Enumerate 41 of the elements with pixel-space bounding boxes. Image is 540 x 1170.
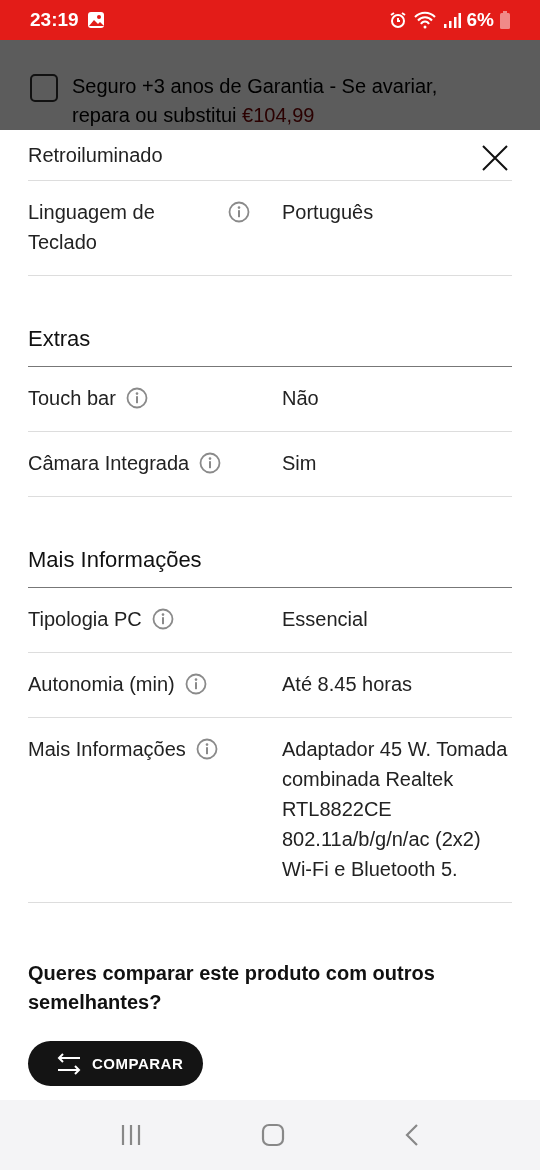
compare-question: Queres comparar este produto com outros semelhantes? bbox=[28, 961, 436, 1015]
spec-label: Linguagem de Teclado bbox=[28, 200, 156, 255]
spec-value: Até 8.45 horas bbox=[282, 672, 414, 697]
spec-value: Adaptador 45 W. Tomada combinada Realtek RTL8822CE 802.11a/b/g/n/ac (2x2) Wi-Fi e Bluetooth 5. bbox=[282, 737, 509, 882]
spec-value: Essencial bbox=[282, 607, 369, 632]
battery-percent: 6% bbox=[466, 9, 494, 31]
battery-icon bbox=[500, 11, 510, 29]
info-icon[interactable] bbox=[125, 387, 148, 409]
home-icon bbox=[261, 1123, 285, 1147]
alarm-icon bbox=[388, 11, 407, 29]
signal-icon bbox=[442, 11, 461, 29]
gallery-icon bbox=[86, 11, 105, 29]
info-icon[interactable] bbox=[195, 738, 218, 760]
info-icon[interactable] bbox=[228, 201, 250, 223]
back-icon bbox=[404, 1123, 421, 1147]
wifi-icon bbox=[412, 11, 437, 29]
info-icon[interactable] bbox=[184, 673, 207, 695]
spec-label: Tipologia PC bbox=[28, 607, 142, 632]
compare-button[interactable]: COMPARAR bbox=[28, 1041, 203, 1086]
back-button[interactable] bbox=[404, 1123, 421, 1147]
spec-label: Câmara Integrada bbox=[28, 451, 190, 476]
recent-apps-button[interactable] bbox=[119, 1124, 142, 1146]
info-icon[interactable] bbox=[199, 452, 222, 474]
spec-label: Touch bar bbox=[28, 386, 116, 411]
spec-value: Sim bbox=[282, 451, 318, 476]
swap-arrows-icon bbox=[56, 1052, 82, 1075]
close-icon bbox=[481, 144, 509, 172]
section-heading: Extras bbox=[28, 276, 512, 367]
recent-apps-icon bbox=[119, 1124, 142, 1146]
option-price: €104,99 bbox=[242, 104, 315, 126]
clock-time: 23:19 bbox=[30, 9, 79, 31]
spec-label: Retroiluminado bbox=[28, 144, 163, 166]
home-button[interactable] bbox=[261, 1123, 285, 1147]
spec-value: Português bbox=[282, 200, 375, 225]
spec-value: Não bbox=[282, 386, 320, 411]
info-icon[interactable] bbox=[151, 608, 174, 630]
spec-label: Mais Informações bbox=[28, 737, 186, 762]
option-label: Seguro +3 anos de Garantia - Se avariar, repara ou substitui €104,99 bbox=[72, 74, 439, 128]
checkbox[interactable] bbox=[30, 74, 58, 102]
spec-label: Autonomia (min) bbox=[28, 672, 175, 697]
section-heading: Mais Informações bbox=[28, 497, 512, 588]
